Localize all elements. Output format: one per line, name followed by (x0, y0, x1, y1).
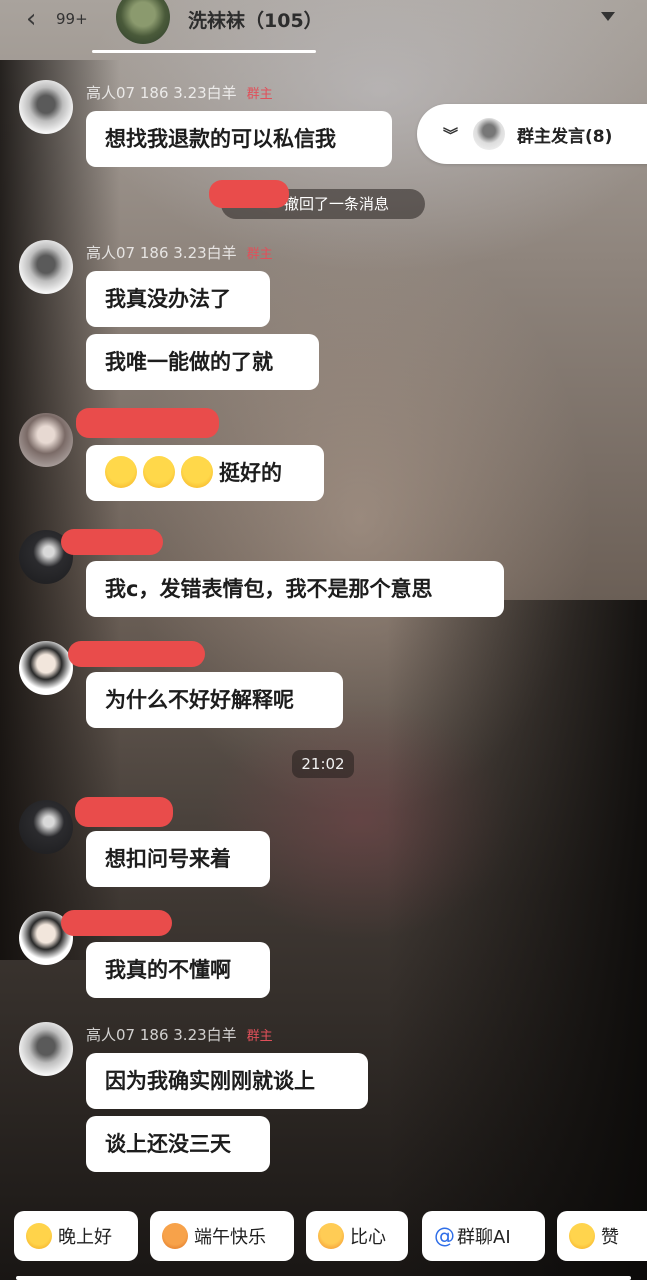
avatar[interactable] (19, 80, 73, 134)
message-bubble[interactable]: 我真没办法了 (86, 271, 270, 327)
crying-emoji-icon (181, 456, 213, 488)
quick-reply-heart[interactable]: 比心 (306, 1211, 408, 1261)
at-icon: @ (434, 1224, 455, 1248)
thumbs-up-emoji-icon (569, 1223, 595, 1249)
redaction-mark (61, 529, 163, 555)
avatar[interactable] (19, 240, 73, 294)
tiger-emoji-icon (162, 1223, 188, 1249)
message-bubble[interactable]: 我c，发错表情包，我不是那个意思 (86, 561, 504, 617)
avatar[interactable] (19, 413, 73, 467)
owner-badge: 群主 (246, 247, 273, 262)
message-bubble[interactable]: 我真的不懂啊 (86, 942, 270, 998)
redaction-mark (75, 797, 173, 827)
crying-emoji-icon (105, 456, 137, 488)
timestamp: 21:02 (292, 750, 354, 778)
redaction-mark (209, 180, 289, 208)
sender-name: 高人07 186 3.23白羊 群主 (86, 84, 273, 102)
group-title[interactable]: 洗袜袜（105） (188, 6, 323, 33)
message-bubble[interactable]: 为什么不好好解释呢 (86, 672, 343, 728)
message-bubble[interactable]: 想扣问号来着 (86, 831, 270, 887)
double-chevron-down-icon: ︾ (443, 125, 459, 144)
redaction-mark (61, 910, 172, 936)
message-bubble[interactable]: 挺好的 (86, 445, 324, 501)
unread-count[interactable]: 99+ (56, 10, 88, 28)
owner-badge: 群主 (246, 87, 273, 102)
message-bubble[interactable]: 因为我确实刚刚就谈上 (86, 1053, 368, 1109)
star-emoji-icon (26, 1223, 52, 1249)
quick-reply-like[interactable]: 赞 (557, 1211, 647, 1261)
heart-hands-emoji-icon (318, 1223, 344, 1249)
message-bubble[interactable]: 我唯一能做的了就 (86, 334, 319, 390)
host-avatar (473, 118, 505, 150)
group-avatar[interactable] (116, 0, 170, 44)
avatar[interactable] (19, 641, 73, 695)
sender-name: 高人07 186 3.23白羊 群主 (86, 244, 273, 262)
quick-reply-good-evening[interactable]: 晚上好 (14, 1211, 138, 1261)
host-messages-pill[interactable]: ︾ 群主发言(8) (417, 104, 647, 164)
avatar[interactable] (19, 1022, 73, 1076)
owner-badge: 群主 (246, 1029, 273, 1044)
sender-name: 高人07 186 3.23白羊 群主 (86, 1026, 273, 1044)
quick-reply-dragon-boat[interactable]: 端午快乐 (150, 1211, 294, 1261)
quick-reply-group-ai[interactable]: @ 群聊AI (422, 1211, 545, 1261)
crying-emoji-icon (143, 456, 175, 488)
redaction-mark (76, 408, 219, 438)
host-messages-label: 群主发言(8) (517, 126, 613, 147)
input-bar-edge (16, 1276, 631, 1280)
title-underline (92, 50, 316, 53)
back-arrow-icon[interactable]: ‹ (26, 4, 36, 34)
dropdown-arrow-icon[interactable] (601, 12, 615, 21)
message-bubble[interactable]: 想找我退款的可以私信我 (86, 111, 392, 167)
message-bubble[interactable]: 谈上还没三天 (86, 1116, 270, 1172)
avatar[interactable] (19, 800, 73, 854)
top-bar: ‹ 99+ 洗袜袜（105） (0, 0, 647, 53)
redaction-mark (68, 641, 205, 667)
